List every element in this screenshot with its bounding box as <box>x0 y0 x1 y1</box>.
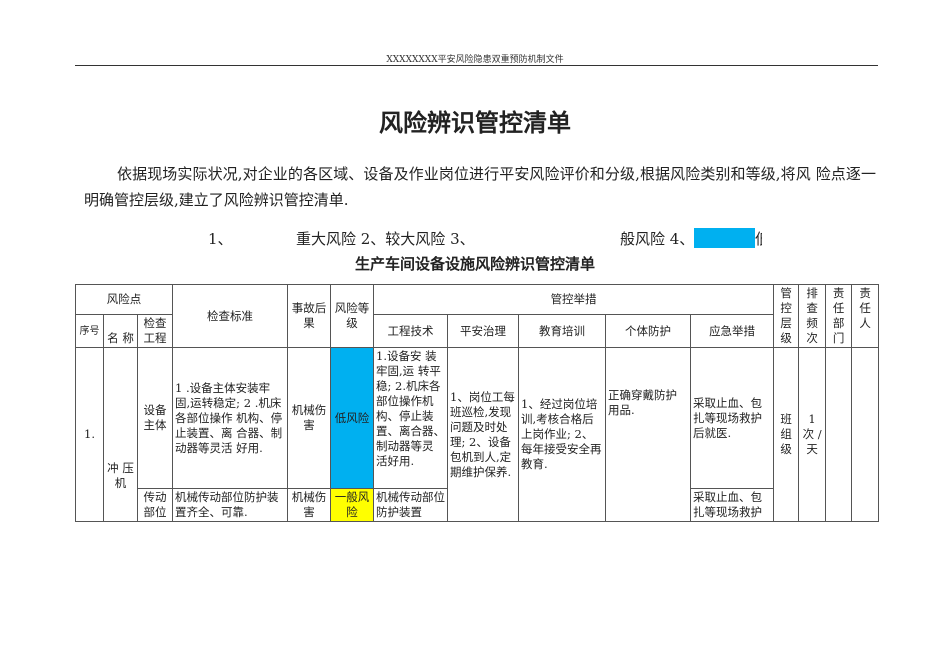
th-seq: 序号 <box>75 314 104 348</box>
th-standard: 检查标准 <box>172 284 289 348</box>
cell-eng: 1.设备安 装牢固,运 转平稳; 2.机床各 部位操作机 构、停止装 置、离合器… <box>373 347 449 489</box>
th-measures: 管控举措 <box>373 284 775 315</box>
cell-item: 设备主体 <box>136 347 174 489</box>
cell-standard: 1 .设备主体安装牢 固,运转稳定; 2 .机床各部位操作 机构、停止装置、离 … <box>172 347 289 489</box>
th-person: 责任人 <box>851 284 880 348</box>
level-4: 低 <box>755 228 762 249</box>
table-row: 1. 冲 压 机 设备主体 1 .设备主体安装牢 固,运转稳定; 2 .机床各部… <box>75 347 880 522</box>
th-dept: 责任部门 <box>825 284 853 348</box>
th-emerg: 应急举措 <box>690 314 775 348</box>
highlight-box <box>694 228 755 248</box>
cell-edu: 1、经过岗位培训,考核合格后上岗作业; 2、每年接受安全再教育. <box>518 347 607 522</box>
cell-level-low: 低风险 <box>330 347 375 489</box>
th-safety: 平安治理 <box>447 314 520 348</box>
level-3: 般风险 4、 <box>620 230 695 248</box>
cell-name: 冲 压 机 <box>103 347 138 522</box>
th-ctrl: 管控层级 <box>773 284 800 348</box>
cell-seq: 1. <box>75 347 104 522</box>
header-divider <box>75 65 878 66</box>
cell-emerg: 采取止血、包扎等现场救护 <box>690 488 775 522</box>
cell-ctrl: 班组级 <box>773 347 800 522</box>
cell-person <box>851 347 880 522</box>
table-title: 生产车间设备设施风险辨识管控清单 <box>354 255 595 273</box>
th-freq: 排查频次 <box>798 284 827 348</box>
cell-dept <box>825 347 853 522</box>
intro-paragraph: 依据现场实际状况,对企业的各区域、设备及作业岗位进行平安风险评价和分级,根据风险… <box>84 165 876 209</box>
page-title: 风险辨识管控清单 <box>379 109 571 137</box>
th-risk-point: 风险点 <box>74 284 174 315</box>
risk-table: 风险点 检查标准 事故后果 风险等级 管控举措 管控层级 排查频次 责任部门 责… <box>74 284 880 522</box>
cell-consequence: 机械伤害 <box>287 347 332 489</box>
cell-safety: 1、岗位工每班巡检,发现问题及时处理; 2、设备包机到人,定期维护保养. <box>447 347 520 522</box>
th-eng: 工程技术 <box>373 314 449 348</box>
cell-item: 传动部位 <box>136 488 174 522</box>
th-level: 风险等级 <box>330 284 375 348</box>
cell-emerg: 采取止血、包扎等现场救护后就医. <box>690 347 775 489</box>
cell-level-general: 一般风险 <box>330 488 375 522</box>
level-2: 重大风险 2、较大风险 3、 <box>296 230 475 248</box>
cell-freq: 1 次 / 天 <box>798 347 827 522</box>
cell-eng: 机械传动部位防护装置 <box>373 488 449 522</box>
th-ppe: 个体防护 <box>605 314 692 348</box>
cell-consequence: 机械伤害 <box>287 488 332 522</box>
cell-standard: 机械传动部位防护装置齐全、可靠. <box>172 488 289 522</box>
th-edu: 教育培训 <box>518 314 607 348</box>
th-item: 检查工程 <box>136 314 174 348</box>
level-1: 1、 <box>208 230 233 248</box>
th-name: 名 称 <box>103 314 138 348</box>
cell-ppe: 正确穿戴防护用品. <box>605 347 692 522</box>
th-consequence: 事故后果 <box>287 284 332 348</box>
document-header: XXXXXXXX平安风险隐患双重预防机制文件 <box>386 55 564 65</box>
